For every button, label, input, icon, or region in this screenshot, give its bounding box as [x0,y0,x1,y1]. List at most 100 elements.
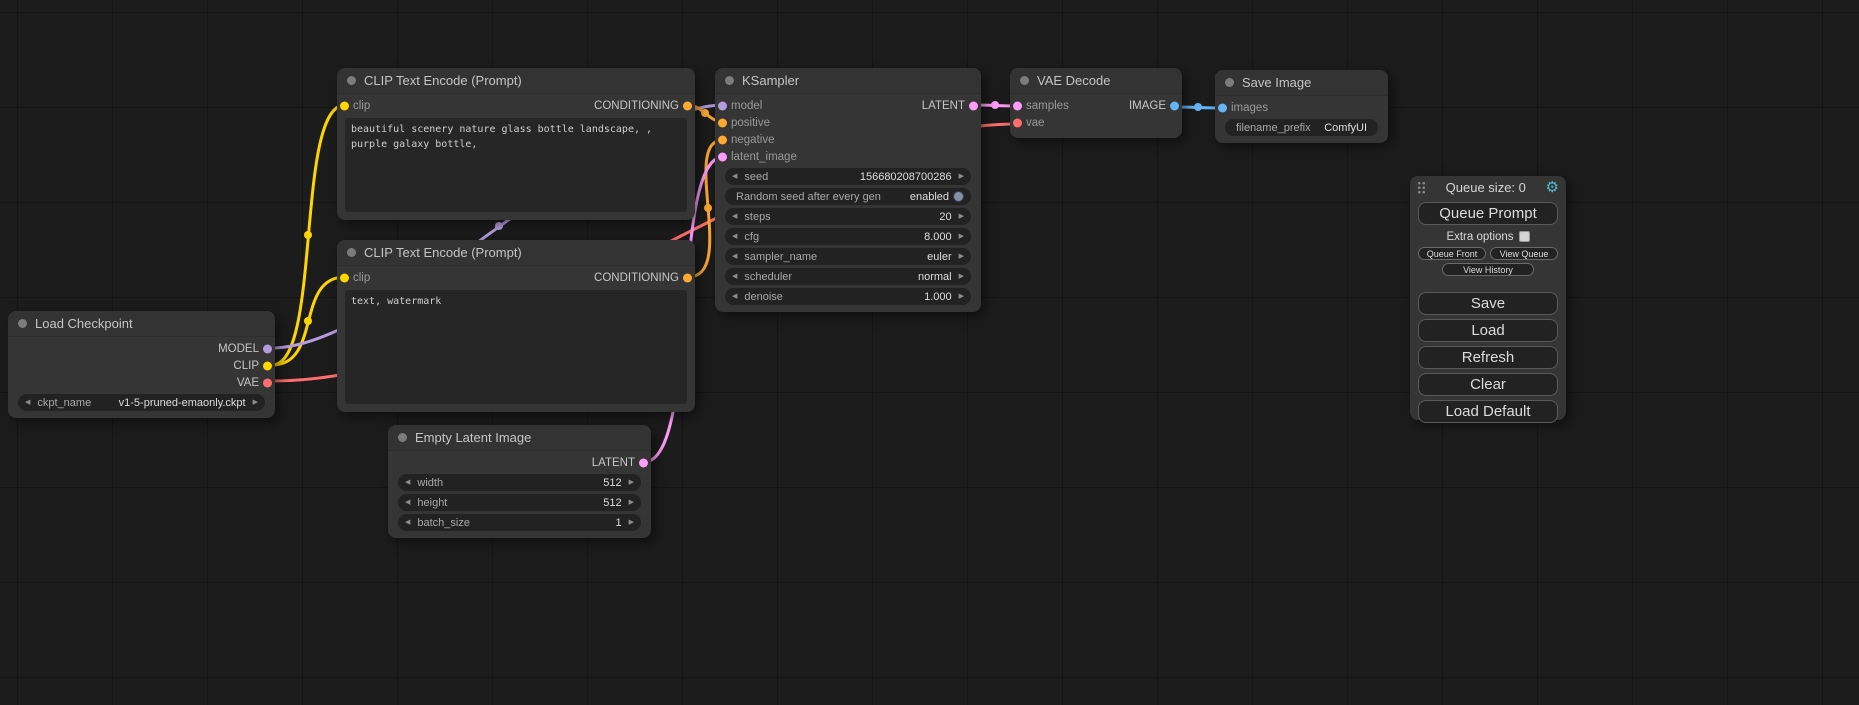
decrement-arrow-icon[interactable]: ◀ [732,173,737,180]
increment-arrow-icon[interactable]: ▶ [959,253,964,260]
increment-arrow-icon[interactable]: ▶ [959,233,964,240]
node-vae-decode[interactable]: VAE Decode samples IMAGE vae [1010,68,1182,138]
node-title-bar[interactable]: Load Checkpoint [8,311,275,337]
input-port-positive[interactable] [718,118,727,127]
output-port-model[interactable] [263,344,272,353]
link-midpoint-dot [1194,103,1202,111]
widget-sampler-name[interactable]: ◀ sampler_name euler ▶ [725,248,971,265]
node-title: Load Checkpoint [35,316,133,331]
node-ksampler[interactable]: KSampler model LATENT positive negative … [715,68,981,312]
node-title-bar[interactable]: KSampler [715,68,981,94]
node-title-bar[interactable]: CLIP Text Encode (Prompt) [337,68,695,94]
collapse-dot-icon[interactable] [347,76,356,85]
output-port-conditioning[interactable] [683,101,692,110]
increment-arrow-icon[interactable]: ▶ [959,173,964,180]
node-save-image[interactable]: Save Image images filename_prefix ComfyU… [1215,70,1388,143]
load-default-button[interactable]: Load Default [1418,400,1558,423]
widget-batch-size[interactable]: ◀ batch_size 1 ▶ [398,514,641,531]
widget-steps[interactable]: ◀ steps 20 ▶ [725,208,971,225]
decrement-arrow-icon[interactable]: ◀ [732,253,737,260]
queue-prompt-button[interactable]: Queue Prompt [1418,202,1558,225]
input-port-model[interactable] [718,101,727,110]
node-title-bar[interactable]: CLIP Text Encode (Prompt) [337,240,695,266]
increment-arrow-icon[interactable]: ▶ [959,273,964,280]
negative-prompt-textarea[interactable]: text, watermark [345,290,687,404]
increment-arrow-icon[interactable]: ▶ [629,499,634,506]
node-clip-text-encode-positive[interactable]: CLIP Text Encode (Prompt) clip CONDITION… [337,68,695,220]
decrement-arrow-icon[interactable]: ◀ [732,273,737,280]
decrement-arrow-icon[interactable]: ◀ [405,479,410,486]
node-clip-text-encode-negative[interactable]: CLIP Text Encode (Prompt) clip CONDITION… [337,240,695,412]
collapse-dot-icon[interactable] [398,433,407,442]
node-title-bar[interactable]: Empty Latent Image [388,425,651,451]
decrement-arrow-icon[interactable]: ◀ [732,233,737,240]
slot-row: positive [715,114,981,131]
load-button[interactable]: Load [1418,319,1558,342]
widget-random-seed-toggle[interactable]: Random seed after every gen enabled [725,188,971,205]
widget-ckpt-name[interactable]: ◀ ckpt_name v1-5-pruned-emaonly.ckpt ▶ [18,394,265,411]
collapse-dot-icon[interactable] [1020,76,1029,85]
extra-options-checkbox[interactable] [1519,231,1530,242]
queue-front-button[interactable]: Queue Front [1418,247,1486,260]
output-port-clip[interactable] [263,361,272,370]
increment-arrow-icon[interactable]: ▶ [253,399,258,406]
decrement-arrow-icon[interactable]: ◀ [25,399,30,406]
view-queue-button[interactable]: View Queue [1490,247,1558,260]
link-midpoint-dot [701,109,709,117]
slot-row: images [1215,99,1388,116]
input-port-clip[interactable] [340,101,349,110]
widget-cfg[interactable]: ◀ cfg 8.000 ▶ [725,228,971,245]
clear-button[interactable]: Clear [1418,373,1558,396]
drag-handle-icon[interactable] [1417,181,1426,194]
output-port-image[interactable] [1170,101,1179,110]
output-slot-row: VAE [8,374,275,391]
queue-panel-header[interactable]: Queue size: 0 ⚙ [1410,176,1566,198]
output-port-latent[interactable] [639,458,648,467]
widget-filename-prefix[interactable]: filename_prefix ComfyUI [1225,119,1378,136]
toggle-knob[interactable] [953,191,964,202]
increment-arrow-icon[interactable]: ▶ [959,213,964,220]
increment-arrow-icon[interactable]: ▶ [959,293,964,300]
widget-height[interactable]: ◀ height 512 ▶ [398,494,641,511]
view-history-button[interactable]: View History [1442,263,1534,276]
collapse-dot-icon[interactable] [725,76,734,85]
node-title-bar[interactable]: Save Image [1215,70,1388,96]
input-port-vae[interactable] [1013,118,1022,127]
queue-buttons-row: Queue Front View Queue [1418,247,1558,260]
decrement-arrow-icon[interactable]: ◀ [732,213,737,220]
input-port-clip[interactable] [340,273,349,282]
slot-row: clip CONDITIONING [337,97,695,114]
extra-options-row: Extra options [1410,229,1566,244]
save-button[interactable]: Save [1418,292,1558,315]
output-slot-row: LATENT [388,454,651,471]
widget-scheduler[interactable]: ◀ scheduler normal ▶ [725,268,971,285]
increment-arrow-icon[interactable]: ▶ [629,519,634,526]
positive-prompt-textarea[interactable]: beautiful scenery nature glass bottle la… [345,118,687,212]
node-title: VAE Decode [1037,73,1110,88]
input-port-samples[interactable] [1013,101,1022,110]
decrement-arrow-icon[interactable]: ◀ [732,293,737,300]
decrement-arrow-icon[interactable]: ◀ [405,499,410,506]
node-load-checkpoint[interactable]: Load Checkpoint MODEL CLIP VAE ◀ ckpt_na… [8,311,275,418]
widget-seed[interactable]: ◀ seed 156680208700286 ▶ [725,168,971,185]
output-port-vae[interactable] [263,378,272,387]
input-port-negative[interactable] [718,135,727,144]
collapse-dot-icon[interactable] [18,319,27,328]
slot-row: clip CONDITIONING [337,269,695,286]
widget-denoise[interactable]: ◀ denoise 1.000 ▶ [725,288,971,305]
node-title: Empty Latent Image [415,430,531,445]
input-port-images[interactable] [1218,103,1227,112]
decrement-arrow-icon[interactable]: ◀ [405,519,410,526]
refresh-button[interactable]: Refresh [1418,346,1558,369]
widget-width[interactable]: ◀ width 512 ▶ [398,474,641,491]
node-title-bar[interactable]: VAE Decode [1010,68,1182,94]
collapse-dot-icon[interactable] [1225,78,1234,87]
queue-panel: Queue size: 0 ⚙ Queue Prompt Extra optio… [1410,176,1566,420]
settings-gear-icon[interactable]: ⚙ [1546,180,1559,195]
output-port-conditioning[interactable] [683,273,692,282]
output-port-latent[interactable] [969,101,978,110]
increment-arrow-icon[interactable]: ▶ [629,479,634,486]
collapse-dot-icon[interactable] [347,248,356,257]
input-port-latent-image[interactable] [718,152,727,161]
node-empty-latent-image[interactable]: Empty Latent Image LATENT ◀ width 512 ▶ … [388,425,651,538]
